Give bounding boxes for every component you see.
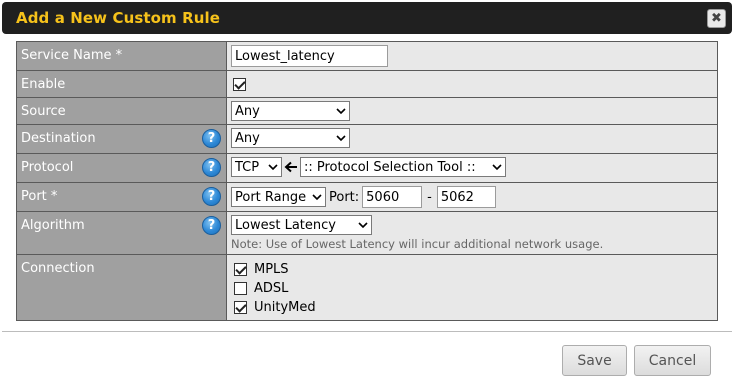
label-cell: Port * ? xyxy=(16,182,227,212)
source-label: Source xyxy=(21,104,66,119)
service-name-input[interactable] xyxy=(231,45,388,67)
adsl-checkbox[interactable] xyxy=(234,282,247,295)
chevron-down-icon xyxy=(336,108,346,115)
dialog-titlebar: Add a New Custom Rule ✖ xyxy=(2,2,732,34)
save-button[interactable]: Save xyxy=(562,345,627,376)
destination-label: Destination xyxy=(21,131,96,146)
port-type-select[interactable]: Port Range xyxy=(231,187,326,207)
unitymed-checkbox[interactable] xyxy=(234,301,247,314)
port-range-dash: - xyxy=(427,189,432,205)
mpls-label: MPLS xyxy=(254,262,289,277)
chevron-down-icon xyxy=(268,164,278,171)
enable-checkbox[interactable] xyxy=(233,78,246,91)
protocol-select[interactable]: TCP xyxy=(231,157,282,177)
port-range-label: Port: xyxy=(329,189,360,205)
algorithm-note: Note: Use of Lowest Latency will incur a… xyxy=(231,237,604,251)
add-custom-rule-dialog: Add a New Custom Rule ✖ Service Name * E… xyxy=(0,0,734,382)
value-cell: Any xyxy=(226,124,718,154)
port-to-input[interactable] xyxy=(436,186,496,208)
connection-item-mpls[interactable]: MPLS xyxy=(231,260,713,279)
help-icon[interactable]: ? xyxy=(202,158,221,177)
destination-select[interactable]: Any xyxy=(231,128,350,148)
source-select-value: Any xyxy=(235,103,260,119)
value-cell: Port Range Port: - xyxy=(226,182,718,212)
connection-item-adsl[interactable]: ADSL xyxy=(231,279,713,298)
chevron-down-icon xyxy=(336,135,346,142)
chevron-down-icon xyxy=(312,194,322,201)
port-type-value: Port Range xyxy=(235,189,307,205)
service-name-label: Service Name * xyxy=(21,48,123,63)
row-source: Source Any xyxy=(16,97,718,125)
cancel-button[interactable]: Cancel xyxy=(634,345,711,376)
value-cell: TCP :: Protocol Selection Tool :: xyxy=(226,153,718,183)
help-icon[interactable]: ? xyxy=(202,216,221,235)
row-enable: Enable xyxy=(16,70,718,98)
row-connection: Connection MPLS ADSL UnityMed xyxy=(16,254,718,321)
port-label: Port * xyxy=(21,189,58,204)
footer-divider xyxy=(2,331,732,332)
mpls-checkbox[interactable] xyxy=(234,263,247,276)
protocol-label: Protocol xyxy=(21,160,74,175)
value-cell: Lowest Latency Note: Use of Lowest Laten… xyxy=(226,211,718,255)
value-cell: MPLS ADSL UnityMed xyxy=(226,254,718,321)
value-cell xyxy=(226,41,718,71)
algorithm-select[interactable]: Lowest Latency xyxy=(231,215,372,235)
label-cell: Enable xyxy=(16,70,227,98)
connection-item-unitymed[interactable]: UnityMed xyxy=(231,298,713,317)
arrow-left-icon xyxy=(284,161,297,173)
enable-label: Enable xyxy=(21,77,66,92)
label-cell: Algorithm ? xyxy=(16,211,227,255)
chevron-down-icon xyxy=(358,222,368,229)
row-service-name: Service Name * xyxy=(16,41,718,71)
unitymed-label: UnityMed xyxy=(254,300,316,315)
row-port: Port * ? Port Range Port: - xyxy=(16,182,718,212)
row-destination: Destination ? Any xyxy=(16,124,718,154)
connection-label: Connection xyxy=(21,261,95,276)
label-cell: Protocol ? xyxy=(16,153,227,183)
help-icon[interactable]: ? xyxy=(202,129,221,148)
label-cell: Service Name * xyxy=(16,41,227,71)
value-cell: Any xyxy=(226,97,718,125)
port-from-input[interactable] xyxy=(362,186,423,208)
protocol-selection-tool[interactable]: :: Protocol Selection Tool :: xyxy=(300,157,506,177)
row-protocol: Protocol ? TCP :: Protocol Selection Too… xyxy=(16,153,718,183)
label-cell: Destination ? xyxy=(16,124,227,154)
dialog-title: Add a New Custom Rule xyxy=(16,9,221,27)
algorithm-select-value: Lowest Latency xyxy=(235,217,336,233)
rule-form: Service Name * Enable Source Any xyxy=(16,41,718,321)
value-cell xyxy=(226,70,718,98)
algorithm-label: Algorithm xyxy=(21,218,85,233)
row-algorithm: Algorithm ? Lowest Latency Note: Use of … xyxy=(16,211,718,255)
destination-select-value: Any xyxy=(235,130,260,146)
help-icon[interactable]: ? xyxy=(202,187,221,206)
protocol-tool-value: :: Protocol Selection Tool :: xyxy=(304,159,476,175)
close-icon[interactable]: ✖ xyxy=(707,9,726,28)
source-select[interactable]: Any xyxy=(231,101,350,121)
label-cell: Source xyxy=(16,97,227,125)
label-cell: Connection xyxy=(16,254,227,321)
chevron-down-icon xyxy=(492,164,502,171)
protocol-select-value: TCP xyxy=(235,159,260,175)
adsl-label: ADSL xyxy=(254,281,289,296)
